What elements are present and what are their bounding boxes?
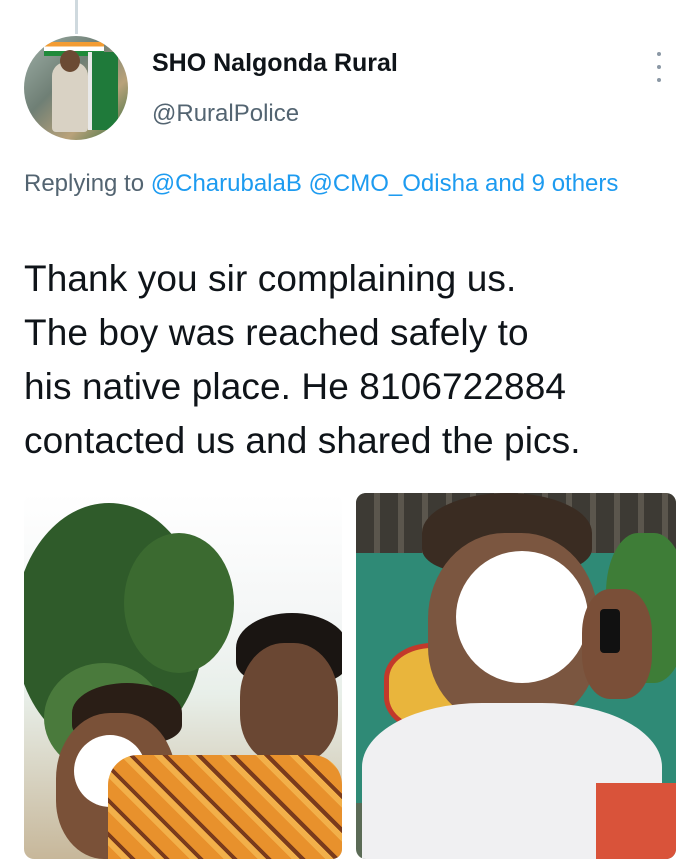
replying-to-prefix: Replying to (24, 170, 151, 197)
more-dot (657, 78, 661, 82)
more-dot (657, 52, 661, 56)
author-handle[interactable]: @RuralPolice (152, 100, 299, 128)
photo-tree (124, 533, 234, 673)
tweet-photo-1[interactable] (24, 493, 342, 859)
photo-face (240, 643, 338, 763)
mention-cmo-odisha[interactable]: @CMO_Odisha (309, 170, 479, 197)
avatar-person (52, 62, 88, 132)
replying-to: Replying to @CharubalaB @CMO_Odisha and … (24, 166, 664, 202)
photo-shirt-print (596, 783, 676, 859)
avatar-head (60, 50, 80, 72)
photo-phone (600, 609, 620, 653)
thread-connector-line (75, 0, 78, 34)
avatar-background (88, 52, 118, 130)
tweet-text-line: his native place. He 8106722884 (24, 366, 567, 407)
reply-others-link[interactable]: and 9 others (485, 170, 618, 197)
tweet-text-line: The boy was reached safely to (24, 312, 529, 353)
tweet-text: Thank you sir complaining us. The boy wa… (24, 252, 684, 468)
author-display-name[interactable]: SHO Nalgonda Rural (152, 49, 398, 78)
tweet-photo-2[interactable] (356, 493, 676, 859)
photo-blur (456, 551, 588, 683)
tweet-text-line: Thank you sir complaining us. (24, 258, 517, 299)
photo-shirt (108, 755, 342, 859)
avatar[interactable] (24, 36, 128, 140)
tweet-text-line: contacted us and shared the pics. (24, 420, 581, 461)
more-dot (657, 65, 661, 69)
more-vertical-icon[interactable] (650, 52, 668, 82)
mention-charubalab[interactable]: @CharubalaB (151, 170, 302, 197)
